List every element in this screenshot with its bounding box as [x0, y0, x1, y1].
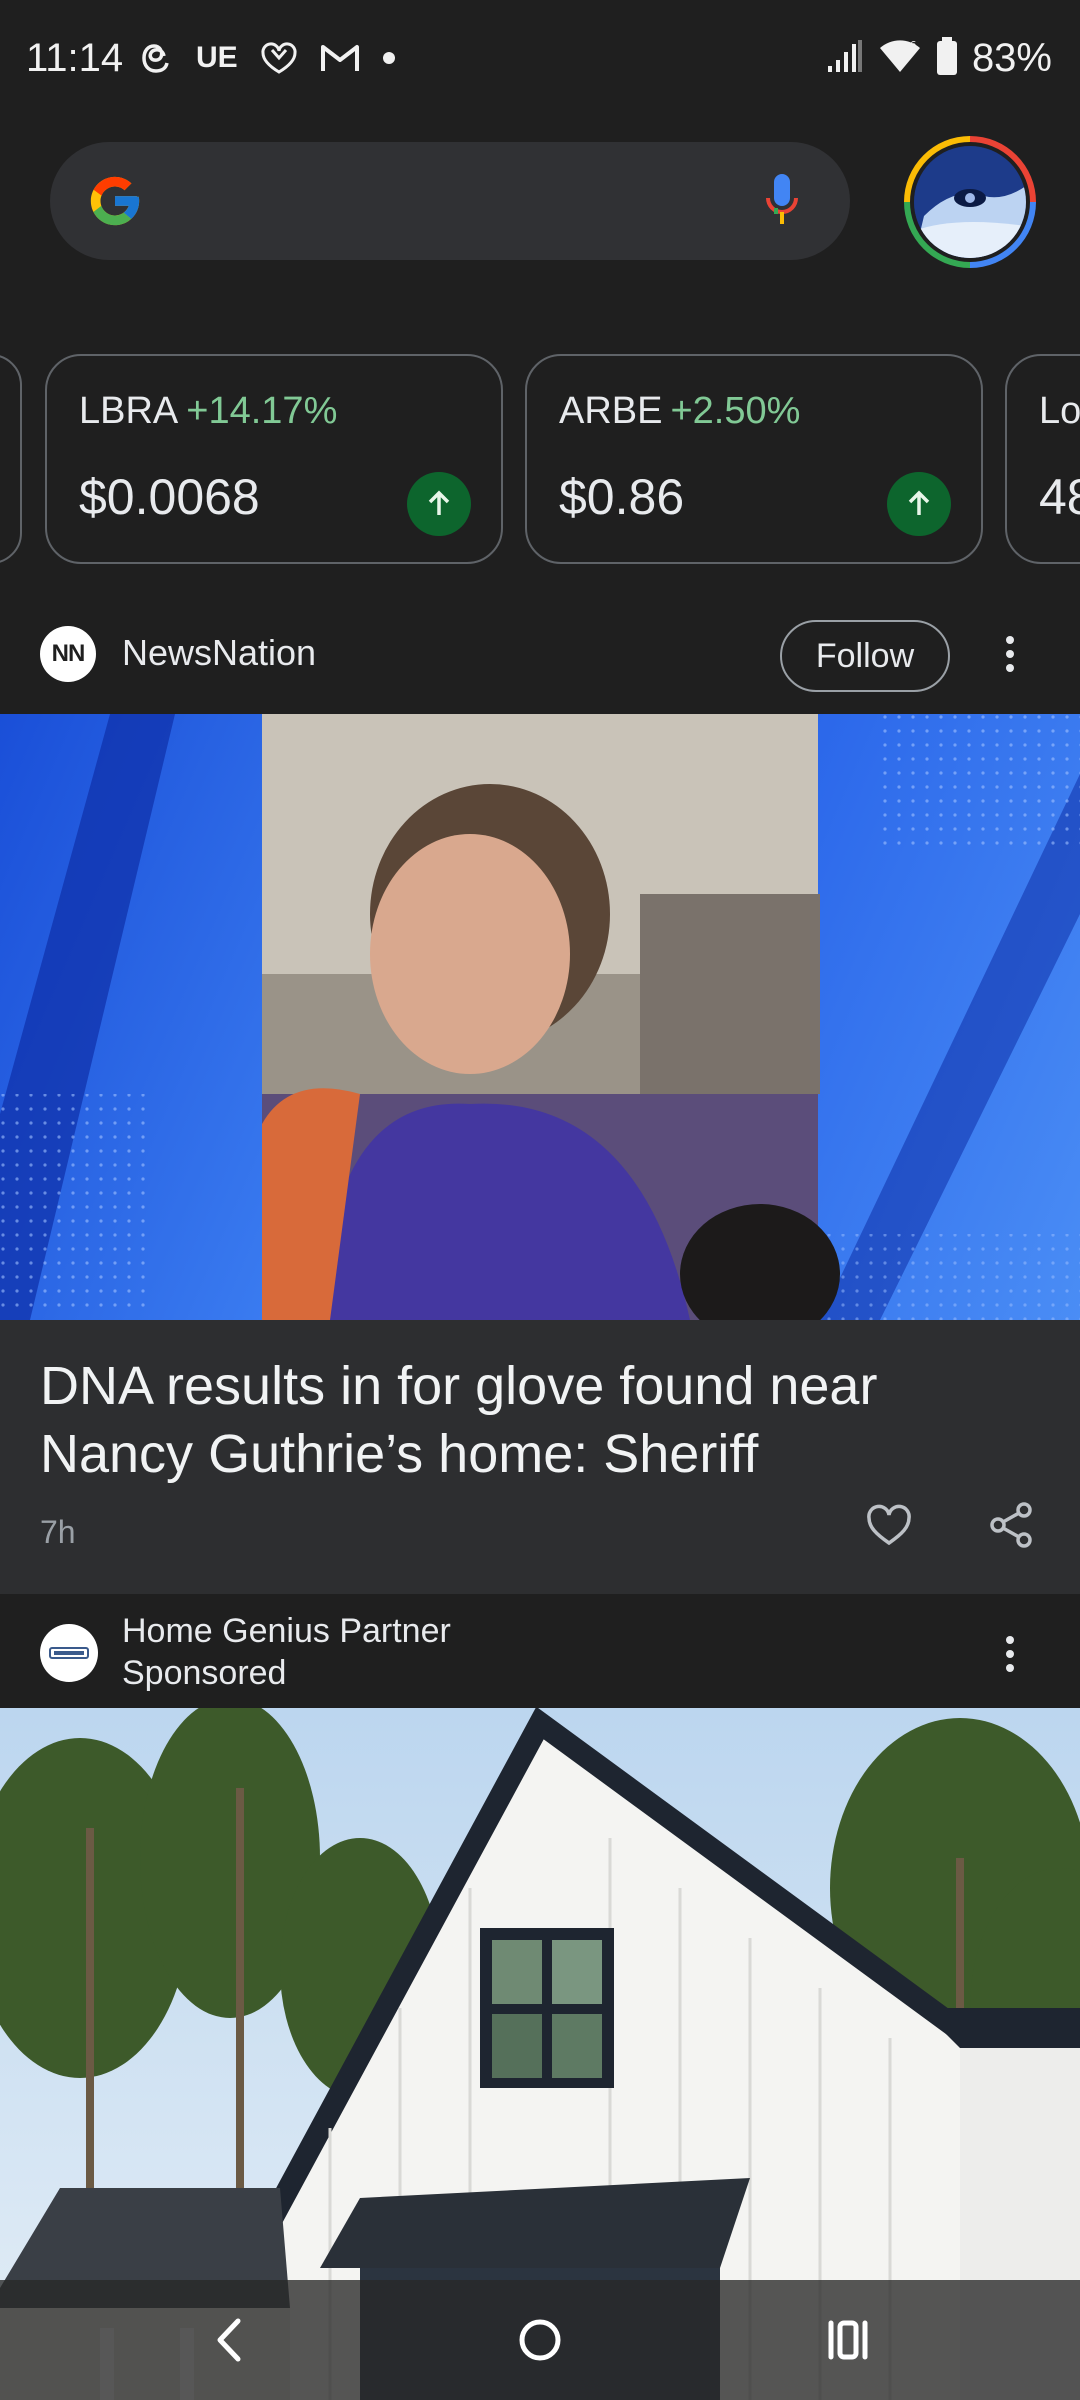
sponsored-source-row: Home Genius Partner Sponsored	[0, 1600, 1080, 1708]
stock-card-partial-left[interactable]	[0, 354, 22, 564]
home-genius-logo-icon[interactable]	[40, 1624, 98, 1682]
stock-card[interactable]: LBRA +14.17% $0.0068	[45, 354, 503, 564]
stock-card-partial-right[interactable]: Lo 48	[1005, 354, 1080, 564]
more-options-icon[interactable]	[990, 1624, 1030, 1684]
notification-dot-icon	[382, 51, 396, 65]
more-options-icon[interactable]	[990, 624, 1030, 684]
news-headline[interactable]: DNA results in for glove found near Nanc…	[40, 1352, 1040, 1488]
stock-header: Lo	[1039, 390, 1080, 433]
system-navigation-bar	[0, 2280, 1080, 2400]
wifi-icon: 6	[878, 38, 922, 79]
stock-price: $0.86	[559, 469, 685, 525]
news-source-name[interactable]: NewsNation	[122, 632, 316, 674]
status-right: 6 83%	[826, 36, 1052, 81]
search-bar[interactable]	[50, 142, 850, 260]
stock-card[interactable]: ARBE +2.50% $0.86	[525, 354, 983, 564]
heart-icon[interactable]	[864, 1500, 914, 1550]
recent-apps-button[interactable]	[818, 2310, 878, 2370]
home-button[interactable]	[510, 2310, 570, 2370]
stock-price: 48	[1039, 469, 1080, 525]
sponsored-label: Sponsored	[122, 1654, 287, 1692]
battery-icon	[936, 37, 958, 80]
stock-header: ARBE +2.50%	[559, 390, 800, 433]
up-arrow-icon	[407, 472, 471, 536]
account-avatar[interactable]	[904, 136, 1036, 268]
stock-symbol: Lo	[1039, 390, 1080, 432]
follow-button[interactable]: Follow	[780, 620, 950, 692]
newsnation-logo[interactable]: NN	[40, 626, 96, 682]
back-button[interactable]	[200, 2310, 260, 2370]
stock-symbol: LBRA	[79, 390, 179, 432]
stock-header: LBRA +14.17%	[79, 390, 337, 433]
notification-icons: UE	[140, 40, 396, 76]
wellness-icon	[260, 42, 298, 74]
svg-text:6: 6	[910, 40, 916, 51]
status-bar: 11:14 UE 6 83%	[0, 0, 1080, 120]
threads-icon	[140, 40, 174, 76]
news-time: 7h	[40, 1514, 76, 1550]
signal-icon	[826, 38, 864, 79]
microphone-icon[interactable]	[762, 172, 802, 232]
news-card[interactable]: DNA results in for glove found near Nanc…	[0, 1320, 1080, 1594]
stock-price: $0.0068	[79, 469, 260, 525]
share-icon[interactable]	[986, 1500, 1036, 1550]
news-image[interactable]	[0, 714, 1080, 1320]
sponsor-name[interactable]: Home Genius Partner	[122, 1612, 451, 1651]
avatar-image	[910, 142, 1030, 262]
gmail-icon	[320, 43, 360, 73]
stock-symbol: ARBE	[559, 390, 663, 432]
ue-text: UE	[196, 41, 238, 74]
google-logo-icon	[90, 176, 140, 226]
battery-percent: 83%	[971, 36, 1052, 80]
up-arrow-icon	[887, 472, 951, 536]
status-time: 11:14	[26, 36, 124, 80]
stock-change: +14.17%	[186, 390, 338, 432]
discover-screen: 11:14 UE 6 83% LBRA +14.17% $0.0068 ARBE…	[0, 0, 1080, 2400]
stock-change: +2.50%	[670, 390, 801, 432]
stocks-carousel[interactable]: LBRA +14.17% $0.0068 ARBE +2.50% $0.86 Lo …	[0, 354, 1080, 564]
news-source-row: NN NewsNation Follow	[0, 604, 1080, 704]
